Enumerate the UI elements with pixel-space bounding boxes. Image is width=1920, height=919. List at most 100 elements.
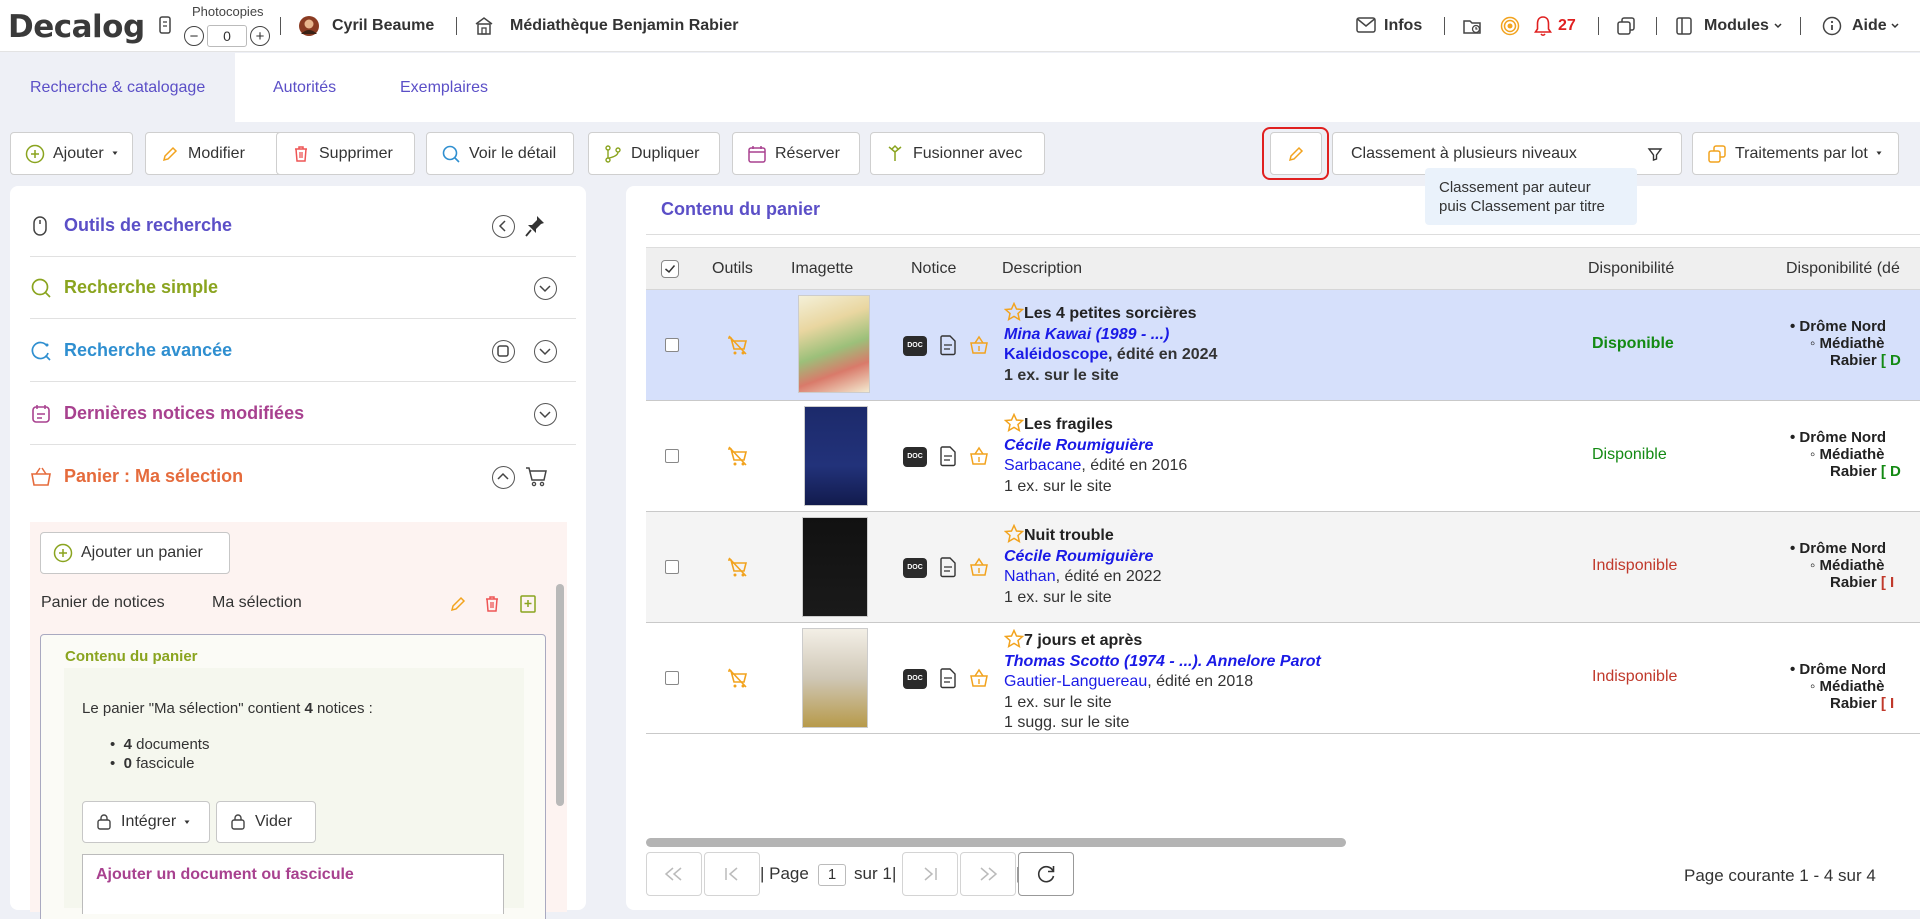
- record-author[interactable]: Mina Kawai (1989 - ...): [1004, 325, 1217, 346]
- column-header[interactable]: Description: [1002, 260, 1082, 278]
- cart-remove-icon[interactable]: [726, 334, 748, 356]
- accordion-advanced-search[interactable]: Recherche avancée: [30, 320, 576, 382]
- chevron-down-icon[interactable]: [534, 340, 557, 363]
- record-title-line[interactable]: Les 4 petites sorcières: [1004, 302, 1217, 325]
- cart-remove-icon[interactable]: [726, 445, 748, 467]
- modules-menu[interactable]: Modules: [1704, 17, 1769, 35]
- horizontal-scrollbar[interactable]: [646, 838, 1346, 847]
- select-all-checkbox[interactable]: [661, 260, 679, 278]
- tab-autorites[interactable]: Autorités: [243, 53, 366, 122]
- pencil-icon[interactable]: [448, 594, 468, 614]
- chevron-down-icon[interactable]: [534, 403, 557, 426]
- cart-remove-icon[interactable]: [726, 667, 748, 689]
- star-icon[interactable]: [1004, 302, 1024, 321]
- record-title-line[interactable]: 7 jours et après: [1004, 629, 1321, 652]
- cart-icon[interactable]: [524, 464, 548, 488]
- batch-processing-button[interactable]: Traitements par lot: [1692, 132, 1899, 175]
- accordion-simple-search[interactable]: Recherche simple: [30, 257, 576, 319]
- column-header[interactable]: Disponibilité (dé: [1786, 260, 1900, 278]
- row-checkbox[interactable]: [665, 560, 679, 574]
- empty-basket-button[interactable]: Vider: [216, 801, 316, 843]
- windows-icon[interactable]: [1616, 16, 1636, 36]
- star-icon[interactable]: [1004, 629, 1024, 648]
- photocopies-minus-button[interactable]: −: [184, 26, 204, 46]
- book-cover-thumbnail[interactable]: [802, 517, 868, 617]
- edit-sort-button[interactable]: [1270, 132, 1322, 175]
- record-author[interactable]: Cécile Roumiguière: [1004, 547, 1161, 568]
- record-title-line[interactable]: Les fragiles: [1004, 413, 1187, 436]
- page-input[interactable]: 1: [818, 864, 846, 886]
- delete-button[interactable]: Supprimer: [276, 132, 415, 175]
- reserve-button[interactable]: Réserver: [732, 132, 860, 175]
- tab-exemplaires[interactable]: Exemplaires: [370, 53, 518, 122]
- next-page-button[interactable]: [902, 852, 958, 896]
- accordion-recent-records[interactable]: Dernières notices modifiées: [30, 383, 576, 445]
- trash-icon[interactable]: [482, 594, 502, 614]
- record-icon[interactable]: [938, 667, 958, 689]
- column-header[interactable]: Outils: [712, 260, 753, 278]
- book-cover-thumbnail[interactable]: [798, 295, 870, 393]
- add-doc-title[interactable]: Ajouter un document ou fascicule: [96, 866, 354, 884]
- bell-icon[interactable]: [1534, 15, 1552, 37]
- pin-icon[interactable]: [524, 214, 546, 238]
- row-checkbox[interactable]: [665, 449, 679, 463]
- table-row[interactable]: DOC Les fragiles Cécile Roumiguière Sarbaca…: [646, 401, 1920, 512]
- add-button[interactable]: Ajouter: [10, 132, 133, 175]
- record-icon[interactable]: [938, 556, 958, 578]
- column-header[interactable]: Disponibilité: [1588, 260, 1674, 278]
- record-title-line[interactable]: Nuit trouble: [1004, 524, 1161, 547]
- table-row[interactable]: DOC 7 jours et après Thomas Scotto (1974 -…: [646, 623, 1920, 734]
- table-row[interactable]: DOC Nuit trouble Cécile Roumiguière Nathan,…: [646, 512, 1920, 623]
- basket-icon[interactable]: [968, 556, 990, 578]
- column-header[interactable]: Notice: [911, 260, 956, 278]
- notification-count[interactable]: 27: [1558, 17, 1576, 35]
- accordion-basket[interactable]: Panier : Ma sélection: [30, 446, 576, 508]
- integrate-button[interactable]: Intégrer: [82, 801, 210, 843]
- tab-recherche-catalogage[interactable]: Recherche & catalogage: [0, 53, 236, 122]
- table-row[interactable]: DOC Les 4 petites sorcières Mina Kawai (19…: [646, 290, 1920, 401]
- refresh-button[interactable]: [1018, 852, 1074, 896]
- user-name[interactable]: Cyril Beaume: [332, 17, 434, 35]
- publisher-link[interactable]: Nathan: [1004, 568, 1056, 585]
- record-icon[interactable]: [938, 334, 958, 356]
- photocopies-plus-button[interactable]: +: [250, 26, 270, 46]
- last-page-button[interactable]: [960, 852, 1016, 896]
- record-author[interactable]: Thomas Scotto (1974 - ...). Annelore Par…: [1004, 652, 1321, 673]
- info-icon[interactable]: [1822, 16, 1842, 36]
- chevron-up-icon[interactable]: [492, 466, 515, 489]
- basket-icon[interactable]: [968, 445, 990, 467]
- folder-time-icon[interactable]: [1462, 16, 1482, 36]
- row-checkbox[interactable]: [665, 338, 679, 352]
- avatar[interactable]: [298, 15, 320, 37]
- book-cover-thumbnail[interactable]: [802, 628, 868, 728]
- photocopies-input[interactable]: 0: [207, 25, 247, 47]
- record-author[interactable]: Cécile Roumiguière: [1004, 436, 1187, 457]
- infos-link[interactable]: Infos: [1384, 17, 1422, 35]
- star-icon[interactable]: [1004, 413, 1024, 432]
- basket-icon[interactable]: [968, 667, 990, 689]
- publisher-link[interactable]: Sarbacane: [1004, 457, 1081, 474]
- publisher-link[interactable]: Kaléidoscope: [1004, 346, 1108, 363]
- aide-menu[interactable]: Aide: [1852, 17, 1887, 35]
- mail-icon[interactable]: [1356, 17, 1376, 33]
- site-name[interactable]: Médiathèque Benjamin Rabier: [510, 17, 739, 35]
- chevron-down-icon[interactable]: [534, 277, 557, 300]
- basket-icon[interactable]: [968, 334, 990, 356]
- book-cover-thumbnail[interactable]: [804, 406, 868, 506]
- publisher-link[interactable]: Gautier-Languereau: [1004, 673, 1147, 690]
- add-basket-button[interactable]: Ajouter un panier: [40, 532, 230, 574]
- first-page-button[interactable]: [646, 852, 702, 896]
- view-detail-button[interactable]: Voir le détail: [426, 132, 574, 175]
- duplicate-button[interactable]: Dupliquer: [588, 132, 720, 175]
- record-icon[interactable]: [938, 445, 958, 467]
- bookmark-add-icon[interactable]: [518, 594, 538, 614]
- cart-remove-icon[interactable]: [726, 556, 748, 578]
- chevron-left-icon[interactable]: [492, 215, 515, 238]
- star-icon[interactable]: [1004, 524, 1024, 543]
- broadcast-icon[interactable]: [1500, 16, 1520, 36]
- column-header[interactable]: Imagette: [791, 260, 853, 278]
- accordion-search-tools[interactable]: Outils de recherche: [30, 195, 576, 257]
- square-button-icon[interactable]: [492, 340, 515, 363]
- left-scrollbar[interactable]: [556, 584, 564, 806]
- modules-icon[interactable]: [1674, 16, 1694, 36]
